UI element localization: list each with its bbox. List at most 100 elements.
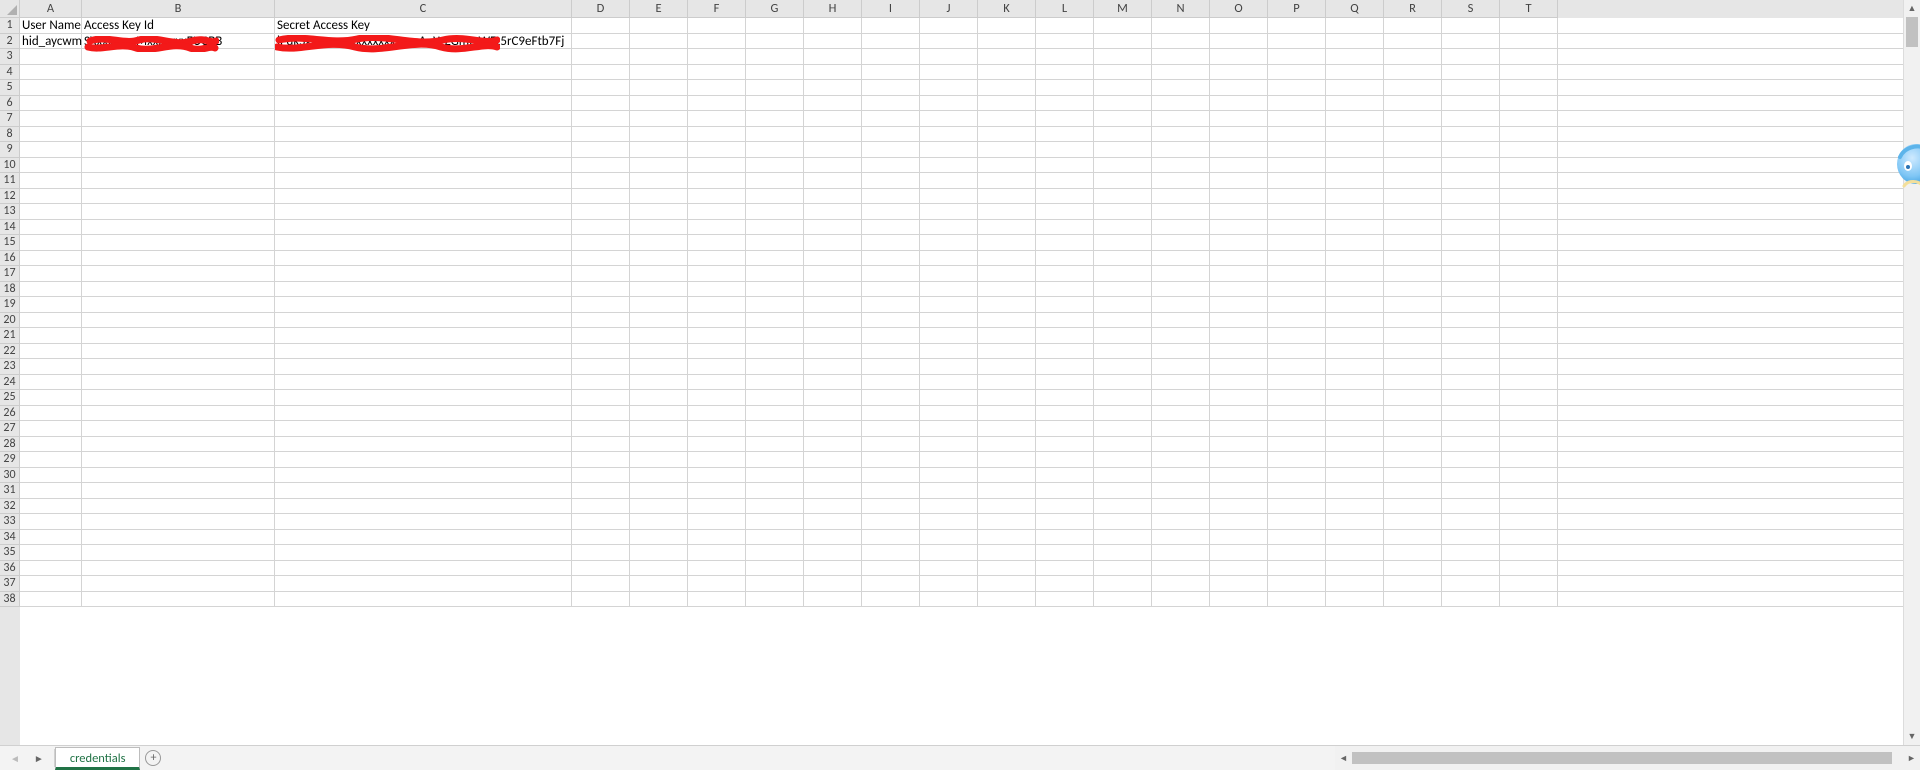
cell-I28[interactable] [862, 437, 920, 452]
cell-M31[interactable] [1094, 483, 1152, 498]
row-header-22[interactable]: 22 [0, 344, 20, 360]
cell-R6[interactable] [1384, 96, 1442, 111]
cell-B2[interactable]: SXxxxxxxxMxxxxxxxEUCBB [82, 34, 275, 49]
cell-I15[interactable] [862, 235, 920, 250]
cell-C10[interactable] [275, 158, 572, 173]
row-header-20[interactable]: 20 [0, 313, 20, 329]
cell-K8[interactable] [978, 127, 1036, 142]
cell-R30[interactable] [1384, 468, 1442, 483]
cell-E35[interactable] [630, 545, 688, 560]
cell-G38[interactable] [746, 592, 804, 607]
cell-B4[interactable] [82, 65, 275, 80]
cell-D29[interactable] [572, 452, 630, 467]
cell-O10[interactable] [1210, 158, 1268, 173]
cell-L36[interactable] [1036, 561, 1094, 576]
cell-G12[interactable] [746, 189, 804, 204]
column-header-I[interactable]: I [862, 0, 920, 18]
cell-J6[interactable] [920, 96, 978, 111]
cell-T29[interactable] [1500, 452, 1558, 467]
cell-C14[interactable] [275, 220, 572, 235]
cell-B23[interactable] [82, 359, 275, 374]
cell-I17[interactable] [862, 266, 920, 281]
cell-B35[interactable] [82, 545, 275, 560]
cell-grid[interactable]: User NameAccess Key IdSecret Access Keyh… [20, 18, 1920, 745]
cell-J30[interactable] [920, 468, 978, 483]
cell-Q1[interactable] [1326, 18, 1384, 33]
cell-Q25[interactable] [1326, 390, 1384, 405]
cell-I11[interactable] [862, 173, 920, 188]
cell-A21[interactable] [20, 328, 82, 343]
cell-S23[interactable] [1442, 359, 1500, 374]
cell-P3[interactable] [1268, 49, 1326, 64]
cell-C38[interactable] [275, 592, 572, 607]
cell-S4[interactable] [1442, 65, 1500, 80]
cell-H37[interactable] [804, 576, 862, 591]
cell-T16[interactable] [1500, 251, 1558, 266]
column-header-P[interactable]: P [1268, 0, 1326, 18]
row-header-29[interactable]: 29 [0, 452, 20, 468]
cell-B14[interactable] [82, 220, 275, 235]
cell-R8[interactable] [1384, 127, 1442, 142]
assistant-character-icon[interactable] [1892, 142, 1920, 188]
cell-I2[interactable] [862, 34, 920, 49]
cell-P38[interactable] [1268, 592, 1326, 607]
cell-K33[interactable] [978, 514, 1036, 529]
cell-H5[interactable] [804, 80, 862, 95]
cell-D35[interactable] [572, 545, 630, 560]
cell-G30[interactable] [746, 468, 804, 483]
cell-H19[interactable] [804, 297, 862, 312]
cell-T2[interactable] [1500, 34, 1558, 49]
cell-O3[interactable] [1210, 49, 1268, 64]
cell-J27[interactable] [920, 421, 978, 436]
cell-O34[interactable] [1210, 530, 1268, 545]
cell-H30[interactable] [804, 468, 862, 483]
column-header-T[interactable]: T [1500, 0, 1558, 18]
cell-O38[interactable] [1210, 592, 1268, 607]
cell-E3[interactable] [630, 49, 688, 64]
cell-C30[interactable] [275, 468, 572, 483]
cell-C28[interactable] [275, 437, 572, 452]
cell-G13[interactable] [746, 204, 804, 219]
cell-P26[interactable] [1268, 406, 1326, 421]
cell-S9[interactable] [1442, 142, 1500, 157]
cell-H18[interactable] [804, 282, 862, 297]
cell-A30[interactable] [20, 468, 82, 483]
cell-I12[interactable] [862, 189, 920, 204]
cell-M17[interactable] [1094, 266, 1152, 281]
cell-T27[interactable] [1500, 421, 1558, 436]
cell-K12[interactable] [978, 189, 1036, 204]
cell-I16[interactable] [862, 251, 920, 266]
cell-K1[interactable] [978, 18, 1036, 33]
cell-R34[interactable] [1384, 530, 1442, 545]
cell-P31[interactable] [1268, 483, 1326, 498]
cell-C19[interactable] [275, 297, 572, 312]
cell-R27[interactable] [1384, 421, 1442, 436]
cell-F24[interactable] [688, 375, 746, 390]
cell-K7[interactable] [978, 111, 1036, 126]
cell-E1[interactable] [630, 18, 688, 33]
cell-N29[interactable] [1152, 452, 1210, 467]
cell-M11[interactable] [1094, 173, 1152, 188]
cell-G34[interactable] [746, 530, 804, 545]
cell-L31[interactable] [1036, 483, 1094, 498]
cell-T38[interactable] [1500, 592, 1558, 607]
cell-M29[interactable] [1094, 452, 1152, 467]
cell-L24[interactable] [1036, 375, 1094, 390]
cell-B27[interactable] [82, 421, 275, 436]
cell-M19[interactable] [1094, 297, 1152, 312]
row-header-27[interactable]: 27 [0, 421, 20, 437]
cell-C18[interactable] [275, 282, 572, 297]
cell-P25[interactable] [1268, 390, 1326, 405]
cell-T28[interactable] [1500, 437, 1558, 452]
cell-N6[interactable] [1152, 96, 1210, 111]
cell-J13[interactable] [920, 204, 978, 219]
cell-A23[interactable] [20, 359, 82, 374]
cell-M2[interactable] [1094, 34, 1152, 49]
cell-L5[interactable] [1036, 80, 1094, 95]
cell-G27[interactable] [746, 421, 804, 436]
cell-M18[interactable] [1094, 282, 1152, 297]
cell-S10[interactable] [1442, 158, 1500, 173]
cell-O33[interactable] [1210, 514, 1268, 529]
cell-F36[interactable] [688, 561, 746, 576]
column-header-H[interactable]: H [804, 0, 862, 18]
